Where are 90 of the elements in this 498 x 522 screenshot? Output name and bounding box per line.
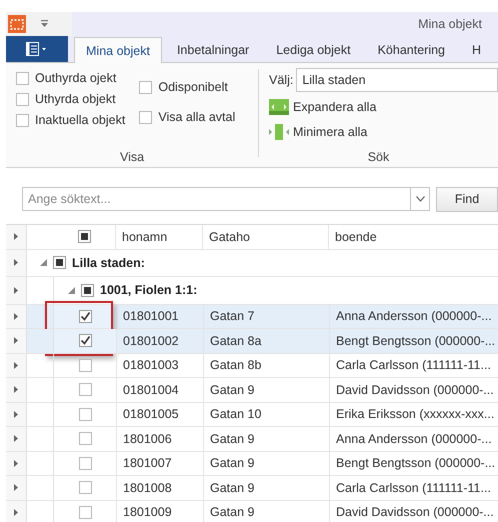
table-cell: Gatan 9 bbox=[204, 452, 330, 475]
table-cell: 1801009 bbox=[117, 500, 204, 522]
table-cell: Gatan 9 bbox=[204, 427, 330, 450]
table-cell-text: David Davidsson (000000-... bbox=[335, 382, 495, 399]
collapse-triangle-icon[interactable] bbox=[68, 286, 75, 294]
checkbox-label: Uthyrda objekt bbox=[35, 92, 116, 106]
checkbox[interactable] bbox=[78, 230, 90, 244]
search-field[interactable]: Ange söktext... bbox=[22, 187, 410, 211]
table-cell: Gatan 9 bbox=[204, 378, 330, 402]
row-indicator-icon bbox=[14, 484, 18, 492]
ribbon-tab[interactable]: Köhantering bbox=[366, 37, 458, 62]
ribbon-tab[interactable]: Mina objekt bbox=[74, 37, 162, 63]
table-cell-text: Anna Andersson (000000-... bbox=[335, 430, 493, 448]
group-label: 1001, Fiolen 1:1: bbox=[100, 283, 198, 298]
column-header[interactable]: boende bbox=[329, 225, 498, 248]
column-header[interactable]: honamn bbox=[116, 225, 203, 248]
checkbox-label: Inaktuella objekt bbox=[35, 113, 126, 127]
row-indicator-icon bbox=[14, 386, 18, 394]
menu-icon bbox=[26, 42, 48, 56]
checkbox[interactable] bbox=[78, 310, 92, 323]
checkbox[interactable] bbox=[78, 432, 92, 446]
checkbox[interactable] bbox=[16, 114, 29, 126]
checkbox[interactable] bbox=[16, 92, 29, 106]
group-label: Lilla staden: bbox=[72, 256, 145, 270]
table-cell-text: Bengt Bengtsson (000000-... bbox=[335, 332, 496, 350]
table-cell-text: Erika Eriksson (xxxxxx-xxx... bbox=[335, 406, 496, 424]
select-field[interactable]: Lilla staden bbox=[296, 68, 498, 92]
table-cell: 01801002 bbox=[117, 329, 204, 352]
row-indicator-icon bbox=[14, 508, 18, 516]
table-cell: 1801006 bbox=[117, 427, 204, 450]
row-indicator-icon bbox=[14, 460, 18, 467]
ribbon-tab[interactable]: Lediga objekt bbox=[264, 37, 363, 62]
table-cell: 01801001 bbox=[117, 304, 204, 328]
checkbox[interactable] bbox=[16, 72, 29, 84]
row-indicator-icon bbox=[14, 233, 18, 240]
dropdown-button[interactable] bbox=[410, 187, 430, 211]
table-cell: 1801007 bbox=[117, 452, 204, 475]
checkbox[interactable] bbox=[78, 408, 92, 421]
chevron-down-icon bbox=[416, 196, 424, 202]
checkbox[interactable] bbox=[78, 358, 92, 372]
table-cell: 01801003 bbox=[117, 354, 204, 377]
row-indicator-icon bbox=[14, 286, 18, 294]
table-cell: Gatan 7 bbox=[204, 304, 330, 328]
row-indicator-icon bbox=[14, 312, 18, 320]
table-cell-text: Carla Carlsson (111111-11... bbox=[335, 480, 492, 497]
checkbox[interactable] bbox=[78, 506, 92, 519]
table-cell: Gatan 8b bbox=[204, 354, 330, 377]
window-title: Mina objekt bbox=[418, 17, 482, 31]
checkbox[interactable] bbox=[139, 110, 152, 124]
checkbox[interactable] bbox=[81, 284, 94, 297]
action-label[interactable]: Minimera alla bbox=[293, 125, 368, 139]
table-cell-text: Anna Andersson (000000-... bbox=[335, 308, 493, 326]
file-menu-button[interactable] bbox=[6, 36, 68, 62]
table-cell: Gatan 10 bbox=[204, 402, 330, 426]
checkbox-label: Odisponibelt bbox=[158, 80, 228, 94]
table-cell-text: Carla Carlsson (111111-11... bbox=[335, 357, 492, 374]
field-label: Välj: bbox=[269, 73, 294, 87]
row-indicator-icon bbox=[14, 410, 18, 418]
table-cell: 1801008 bbox=[117, 476, 204, 500]
table-cell: 01801004 bbox=[117, 378, 204, 402]
row-indicator-icon bbox=[14, 435, 18, 442]
table-cell-text: David Davidsson (000000-... bbox=[335, 504, 495, 522]
table-cell: Gatan 8a bbox=[204, 329, 330, 352]
group-label: Sök bbox=[366, 150, 390, 166]
checkbox[interactable] bbox=[139, 80, 152, 94]
checkbox-label: Visa alla avtal bbox=[158, 110, 236, 124]
app-icon bbox=[8, 15, 26, 33]
column-header[interactable]: Gataho bbox=[203, 225, 329, 248]
collapse-icon bbox=[269, 124, 289, 140]
ribbon-tab[interactable]: H bbox=[460, 37, 494, 62]
group-label: Visa bbox=[118, 150, 146, 166]
expand-icon bbox=[269, 99, 289, 115]
table-cell: 01801005 bbox=[117, 402, 204, 426]
checkbox[interactable] bbox=[78, 481, 92, 494]
ribbon-tab[interactable]: Inbetalningar bbox=[164, 37, 262, 62]
checkbox[interactable] bbox=[53, 256, 66, 270]
table-cell: Gatan 9 bbox=[204, 500, 330, 522]
checkbox[interactable] bbox=[78, 334, 92, 348]
row-indicator-icon bbox=[14, 362, 18, 369]
dropdown-icon[interactable] bbox=[40, 20, 49, 28]
checkbox-label: Outhyrda ojekt bbox=[35, 71, 116, 85]
checkbox[interactable] bbox=[78, 383, 92, 396]
collapse-triangle-icon[interactable] bbox=[40, 259, 47, 266]
action-label[interactable]: Expandera alla bbox=[293, 100, 376, 114]
table-cell: Gatan 9 bbox=[204, 476, 330, 500]
row-indicator-icon bbox=[14, 259, 18, 266]
row-indicator-icon bbox=[14, 337, 18, 344]
find-button[interactable]: Find bbox=[436, 186, 498, 212]
checkbox[interactable] bbox=[78, 456, 92, 470]
table-cell-text: Bengt Bengtsson (000000-... bbox=[335, 455, 496, 472]
